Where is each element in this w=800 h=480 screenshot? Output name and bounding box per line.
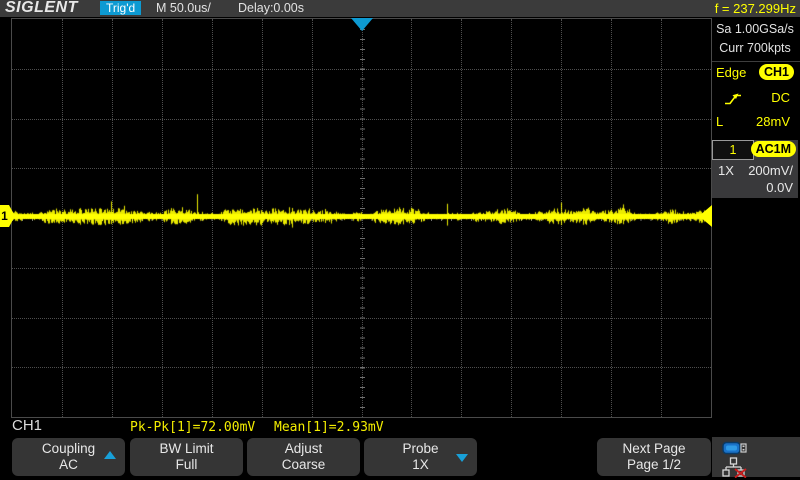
trigger-source-badge: CH1: [759, 64, 794, 80]
active-channel-label: CH1: [12, 417, 42, 434]
measurement-mean: Mean[1]=2.93mV: [274, 420, 384, 435]
ch1-offset-readout: 0.0V: [766, 180, 793, 195]
trigger-type-row: Edge CH1: [712, 64, 798, 84]
ch1-waveform-trace: [12, 19, 711, 417]
softkey-next-page-title: Next Page: [597, 440, 711, 457]
top-status-bar: SIGLENT Trig'd M 50.0us/ Delay:0.00s f =…: [0, 0, 800, 17]
softkey-coupling-value: AC: [12, 457, 125, 473]
softkey-adjust-title: Adjust: [247, 440, 360, 457]
softkey-adjust[interactable]: Adjust Coarse: [247, 438, 360, 476]
trigger-level-readout: 28mV: [756, 114, 790, 129]
trigger-type-label: Edge: [716, 65, 746, 80]
rising-edge-icon: [724, 91, 743, 106]
usb-icon: [722, 440, 749, 456]
softkey-bw-limit-value: Full: [130, 457, 243, 473]
up-arrow-icon: [104, 451, 116, 459]
lan-disconnected-icon: [722, 457, 750, 478]
softkey-bw-limit-title: BW Limit: [130, 440, 243, 457]
delay-readout: Delay:0.00s: [238, 1, 304, 15]
softkey-probe[interactable]: Probe 1X: [364, 438, 477, 476]
ch1-info-box: 1 AC1M 1X 200mV/ 0.0V: [712, 140, 798, 198]
peripheral-indicator-block: [712, 437, 800, 477]
softkey-adjust-value: Coarse: [247, 457, 360, 473]
softkey-bw-limit[interactable]: BW Limit Full: [130, 438, 243, 476]
sample-rate-readout: Sa 1.00GSa/s: [712, 22, 798, 36]
measurement-pkpk: Pk-Pk[1]=72.00mV: [130, 420, 255, 435]
sidebar-divider: [712, 61, 800, 62]
ch1-ground-marker: 1: [0, 205, 9, 227]
trigger-level-row: L 28mV: [712, 113, 798, 133]
trigger-level-marker: [699, 205, 712, 227]
trigger-status-badge: Trig'd: [100, 1, 141, 15]
ch1-coupling-badge: AC1M: [751, 141, 796, 157]
ch1-number-tab: 1: [712, 140, 754, 160]
frequency-counter: f = 237.299Hz: [715, 1, 796, 16]
down-arrow-icon: [456, 454, 468, 462]
softkey-next-page-value: Page 1/2: [597, 457, 711, 473]
softkey-coupling[interactable]: Coupling AC: [12, 438, 125, 476]
ch1-probe-readout: 1X: [718, 163, 734, 178]
trigger-position-marker: [351, 18, 373, 31]
ch1-scale-readout: 200mV/: [748, 163, 793, 178]
trigger-level-label: L: [716, 114, 723, 129]
trigger-coupling-readout: DC: [771, 90, 790, 105]
trigger-slope-row: DC: [712, 89, 798, 109]
timebase-readout: M 50.0us/: [156, 1, 211, 15]
brand-logo: SIGLENT: [5, 0, 78, 17]
oscilloscope-screen: SIGLENT Trig'd M 50.0us/ Delay:0.00s f =…: [0, 0, 800, 480]
memory-depth-readout: Curr 700kpts: [712, 41, 798, 55]
softkey-next-page[interactable]: Next Page Page 1/2: [597, 438, 711, 476]
